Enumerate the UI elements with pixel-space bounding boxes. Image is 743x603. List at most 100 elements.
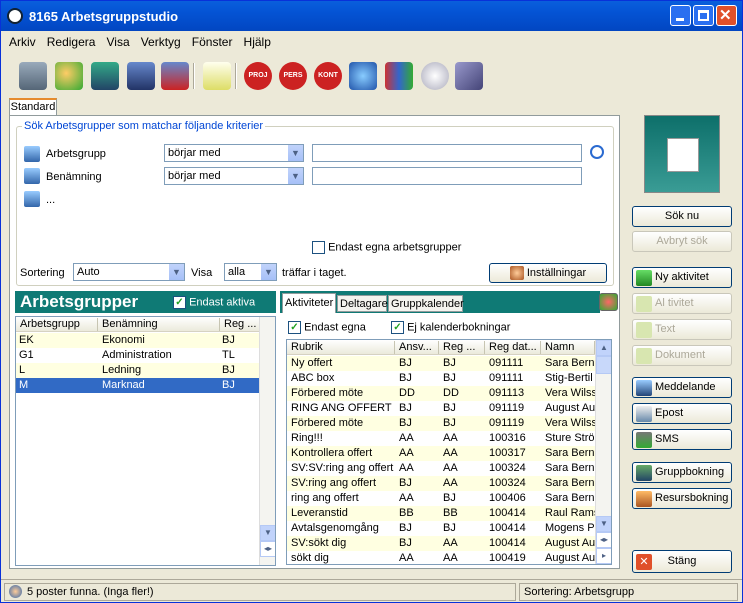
proj-icon[interactable]: PROJ xyxy=(244,62,272,90)
table-row[interactable]: ring ang offert AA BJ 100406 Sara Bernh xyxy=(287,491,595,506)
add-group-icon[interactable] xyxy=(91,62,119,90)
table-row[interactable]: L Ledning BJ xyxy=(16,363,259,378)
tab-activities[interactable]: Aktiviteter xyxy=(282,293,336,313)
chevron-down-icon[interactable]: ▼ xyxy=(260,264,276,280)
activities-scrollbar[interactable]: ▲ ▼ ◂▸ ▸ xyxy=(595,340,611,564)
scroll-thumb[interactable] xyxy=(596,356,611,374)
own-activities-checkbox[interactable]: ✓ Endast egna xyxy=(288,321,366,334)
criteria-input-arbetsgrupp[interactable] xyxy=(312,144,582,162)
chevron-down-icon[interactable]: ▼ xyxy=(287,145,303,161)
resource-booking-button[interactable]: Resursbokning xyxy=(632,488,732,509)
menu-arkiv[interactable]: Arkiv xyxy=(9,35,36,49)
checkbox-box[interactable]: ✓ xyxy=(288,321,301,334)
criteria-input-benamning[interactable] xyxy=(312,167,582,185)
pers-icon[interactable]: PERS xyxy=(279,62,307,90)
cancel-search-button[interactable]: Avbryt sök xyxy=(632,231,732,252)
column-header[interactable]: Benämning xyxy=(98,318,220,331)
sms-button[interactable]: SMS xyxy=(632,429,732,450)
menu-hjalp[interactable]: Hjälp xyxy=(244,35,271,49)
scroll-up-button[interactable]: ▲ xyxy=(596,340,611,356)
copy-icon[interactable] xyxy=(19,62,47,90)
save-icon[interactable] xyxy=(127,62,155,90)
checkbox-box[interactable]: ✓ xyxy=(391,321,404,334)
table-row[interactable]: SV:sökt dig BJ AA 100414 August Au xyxy=(287,536,595,551)
cell: AA xyxy=(443,462,458,474)
operator-select-benamning[interactable]: börjar med ▼ xyxy=(164,167,304,185)
menu-visa[interactable]: Visa xyxy=(107,35,130,49)
plus-icon xyxy=(636,270,652,286)
table-row[interactable]: Kontrollera offert AA AA 100317 Sara Bernh xyxy=(287,446,595,461)
active-only-checkbox[interactable]: ✓ Endast aktiva xyxy=(173,296,255,309)
document-button[interactable]: Dokument xyxy=(632,345,732,366)
show-select[interactable]: alla ▼ xyxy=(224,263,277,281)
table-row[interactable]: sökt dig AA AA 100419 August Au xyxy=(287,551,595,564)
column-header[interactable]: Arbetsgrupp xyxy=(16,318,98,331)
sync-icon[interactable] xyxy=(349,62,377,90)
chevron-down-icon[interactable]: ▼ xyxy=(287,168,303,184)
email-button[interactable]: Epost xyxy=(632,403,732,424)
criteria-label-arbetsgrupp: Arbetsgrupp xyxy=(46,148,106,160)
column-header[interactable]: Reg dat... xyxy=(485,341,541,354)
table-row[interactable]: Ring!!! AA AA 100316 Sture Strör xyxy=(287,431,595,446)
table-row-selected[interactable]: M Marknad BJ xyxy=(16,378,259,393)
kont-icon[interactable]: KONT xyxy=(314,62,342,90)
close-window-button[interactable]: ✕ Stäng xyxy=(632,550,732,573)
books-icon[interactable] xyxy=(385,62,413,90)
table-row[interactable]: Avtalsgenomgång BJ BJ 100414 Mogens P xyxy=(287,521,595,536)
column-header[interactable]: Ansv... xyxy=(395,341,439,354)
table-row[interactable]: G1 Administration TL xyxy=(16,348,259,363)
table-row[interactable]: SV:ring ang offert BJ AA 100324 Sara Bernh xyxy=(287,476,595,491)
close-button[interactable]: ✕ xyxy=(716,5,737,26)
column-header[interactable]: Reg ... xyxy=(439,341,485,354)
own-groups-checkbox[interactable]: Endast egna arbetsgrupper xyxy=(312,241,461,254)
tab-participants[interactable]: Deltagare xyxy=(337,295,388,312)
scroll-down-button[interactable]: ▼ xyxy=(596,516,611,532)
text-icon xyxy=(636,322,652,338)
stopwatch-icon[interactable] xyxy=(421,62,449,90)
message-button[interactable]: Meddelande xyxy=(632,377,732,398)
menu-redigera[interactable]: Redigera xyxy=(47,35,96,49)
column-header[interactable]: Reg ... xyxy=(220,318,260,331)
notebook-icon[interactable] xyxy=(455,62,483,90)
to-activity-button[interactable]: Al tivitet xyxy=(632,293,732,314)
group-booking-button[interactable]: Gruppbokning xyxy=(632,462,732,483)
scroll-prev-icon[interactable]: ◂▸ xyxy=(596,532,611,548)
groups-scrollbar[interactable]: ▼ ◂▸ xyxy=(259,317,275,565)
table-row[interactable]: Leveranstid BB BB 100414 Raul Rams xyxy=(287,506,595,521)
maximize-button[interactable] xyxy=(693,5,714,26)
no-calendar-checkbox[interactable]: ✓ Ej kalenderbokningar xyxy=(391,321,510,334)
menu-fonster[interactable]: Fönster xyxy=(192,35,233,49)
search-icon[interactable] xyxy=(590,145,604,159)
delete-icon[interactable] xyxy=(161,62,189,90)
minimize-button[interactable] xyxy=(670,5,691,26)
scroll-next-icon[interactable]: ▸ xyxy=(596,548,611,564)
table-row[interactable]: Förbered möte BJ BJ 091119 Vera Wilss xyxy=(287,416,595,431)
table-row[interactable]: EK Ekonomi BJ xyxy=(16,333,259,348)
scroll-prev-icon[interactable]: ◂▸ xyxy=(260,541,275,557)
checklist-icon[interactable] xyxy=(203,62,231,90)
column-header[interactable]: Namn xyxy=(541,341,595,354)
text-button[interactable]: Text xyxy=(632,319,732,340)
chevron-down-icon[interactable]: ▼ xyxy=(168,264,184,280)
table-row[interactable]: RING ANG OFFERT BJ BJ 091119 August Au xyxy=(287,401,595,416)
tab-standard[interactable]: Standard xyxy=(9,98,57,116)
tab-group-calendar[interactable]: Gruppkalender xyxy=(388,295,464,312)
status-right: Sortering: Arbetsgrupp xyxy=(519,583,738,601)
table-row[interactable]: Ny offert BJ BJ 091111 Sara Bernh xyxy=(287,356,595,371)
scroll-down-button[interactable]: ▼ xyxy=(260,525,275,541)
menu-verktyg[interactable]: Verktyg xyxy=(141,35,181,49)
checkbox-box[interactable] xyxy=(312,241,325,254)
table-row[interactable]: ABC box BJ BJ 091111 Stig-Bertil A xyxy=(287,371,595,386)
refresh-icon[interactable] xyxy=(599,293,618,311)
checkbox-box[interactable]: ✓ xyxy=(173,296,186,309)
settings-button[interactable]: Inställningar xyxy=(489,263,607,283)
table-row[interactable]: SV:SV:ring ang offert AA AA 100324 Sara Bern… xyxy=(287,461,595,476)
new-activity-button[interactable]: Ny aktivitet xyxy=(632,267,732,288)
search-now-button[interactable]: Sök nu xyxy=(632,206,732,227)
more-criteria[interactable]: ... xyxy=(46,194,55,206)
column-header[interactable]: Rubrik xyxy=(287,341,395,354)
add-user-icon[interactable] xyxy=(55,62,83,90)
operator-select-arbetsgrupp[interactable]: börjar med ▼ xyxy=(164,144,304,162)
sort-select[interactable]: Auto ▼ xyxy=(73,263,185,281)
table-row[interactable]: Förbered möte DD DD 091113 Vera Wilss xyxy=(287,386,595,401)
